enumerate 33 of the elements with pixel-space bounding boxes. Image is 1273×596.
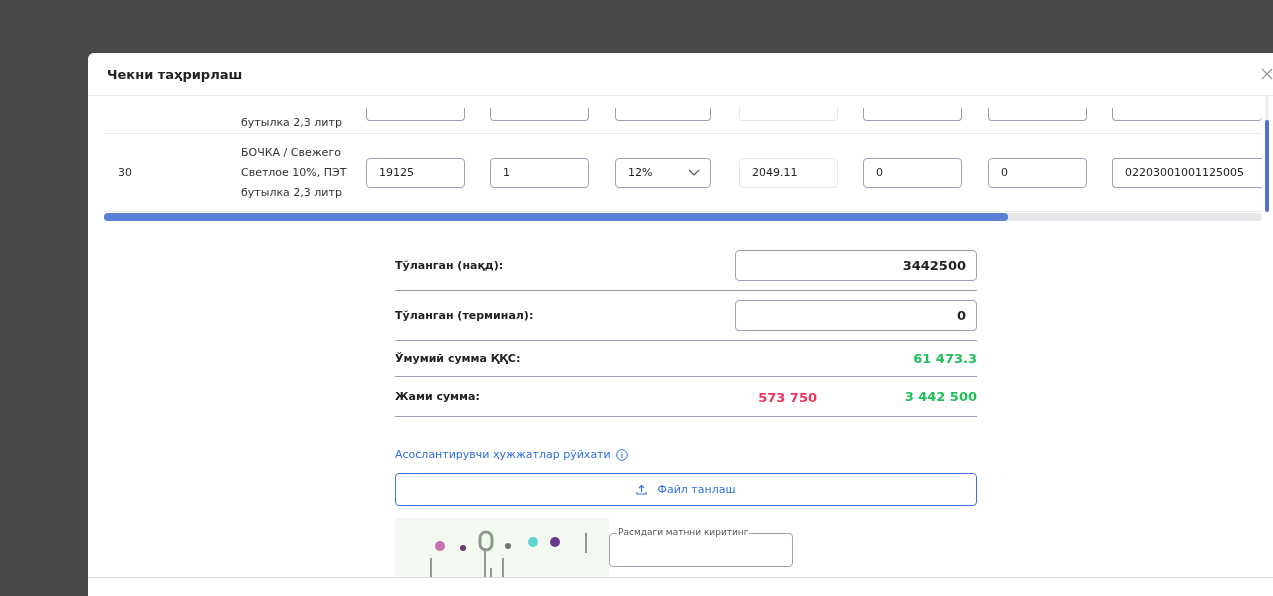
upload-icon — [636, 484, 648, 495]
documents-link[interactable]: Асослантирувчи ҳужжатлар рўйхати — [395, 448, 628, 461]
amount-text: 3 442 500 — [903, 389, 977, 404]
info-icon — [615, 448, 628, 461]
code-input[interactable]: 02203001001125005 — [1112, 157, 1262, 188]
payment-input[interactable]: 0 — [735, 300, 977, 331]
dialog-title: Чекни таҳрирлаш — [107, 66, 243, 82]
payment-label: Тўланган (нақд): — [395, 259, 505, 272]
close-button[interactable] — [1261, 68, 1273, 80]
sum-label: Ўмумий сумма ҚҚС: — [395, 352, 522, 365]
input-field[interactable] — [366, 108, 465, 121]
amount-text: 573 750 — [758, 390, 817, 405]
input-field[interactable] — [988, 108, 1087, 121]
row-number: 30 — [118, 164, 133, 181]
product-name: бутылка 2,3 литр — [241, 115, 343, 131]
vat-select[interactable]: 12% — [615, 157, 711, 188]
payment-label: Тўланган (терминал): — [395, 309, 535, 322]
input-field[interactable]: 0 — [988, 157, 1087, 188]
select-field[interactable] — [615, 108, 711, 121]
sum-field: 2049.11 — [739, 157, 838, 188]
input-field[interactable]: 0 — [863, 157, 962, 188]
price-input[interactable]: 19125 — [366, 157, 465, 188]
horizontal-scrollbar[interactable] — [104, 213, 1262, 221]
input-field[interactable] — [490, 108, 589, 121]
amount-text: 61 473.3 — [912, 351, 977, 366]
chevron-down-icon — [688, 168, 700, 177]
input-field[interactable] — [863, 108, 962, 121]
file-upload-button[interactable]: Файл танлаш — [395, 473, 977, 506]
product-name: БОЧКА / Свежего Светлое 10%, ПЭТ бутылка 2,3 литр — [241, 144, 348, 201]
sum-label: Жами сумма: — [395, 390, 481, 403]
payment-input[interactable]: 3442500 — [735, 250, 977, 281]
vertical-scrollbar[interactable] — [1265, 96, 1269, 212]
quantity-input[interactable]: 1 — [490, 157, 589, 188]
